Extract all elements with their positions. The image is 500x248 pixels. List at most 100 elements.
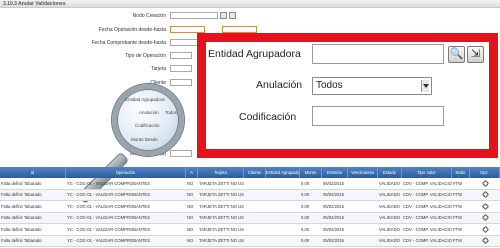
table-cell (244, 178, 266, 189)
label-fecha-operacion: Fecha Operación desde-hasta (98, 27, 166, 33)
table-cell: 0,00 (301, 215, 310, 220)
table-cell (266, 178, 300, 189)
table-cell: 0,00 (301, 226, 310, 232)
nodo-clear-button[interactable] (229, 12, 236, 19)
table-cell[interactable] (470, 213, 500, 224)
table-cell: YC - COC-01 - VALIDAR COMPROBANTES (67, 180, 150, 186)
table-cell (244, 236, 266, 247)
column-header-12[interactable]: Opc. (470, 167, 500, 178)
column-header-10[interactable]: Tipo Valor (402, 167, 452, 178)
column-header-9[interactable]: Estado (378, 167, 402, 178)
table-cell: FTW (453, 180, 463, 186)
table-cell[interactable] (470, 224, 500, 235)
zoom-label-entidad: Entidad Agrupadora (208, 48, 301, 60)
column-header-0[interactable]: Id (0, 167, 66, 178)
anulacion-select[interactable]: Todos (312, 77, 432, 95)
table-cell: CDV - COMP. VALIDACION TARJETA (403, 203, 452, 209)
column-header-6[interactable]: Monto (300, 167, 322, 178)
fecha-operacion-desde-input[interactable] (170, 26, 205, 33)
zoom-callout: Entidad Agrupadora 🔍 ⇲ Anulación Todos C… (197, 33, 498, 158)
table-row[interactable]: Falta definir Tabarado YC - COC-01 - VALI… (0, 224, 500, 236)
entidad-clear-button[interactable]: ⇲ (467, 46, 484, 63)
table-cell: TARJETA ZETTI NO USAR (199, 180, 244, 186)
table-cell: TARJETA ZETTI NO USAR (199, 203, 244, 209)
column-header-5[interactable]: Entidad Agrupadora (266, 167, 300, 178)
table-cell: YC - COC-01 - VALIDAR COMPROBANTES (67, 203, 150, 209)
table-cell: TARJETA ZETTI NO USAR (199, 215, 244, 220)
zoom-label-codificacion: Codificación (239, 111, 297, 123)
table-cell: 0,00 (301, 238, 310, 243)
table-cell: NO (187, 238, 194, 243)
table-row[interactable]: Falta definir Tabarado YC - COC-01 - VALI… (0, 212, 500, 224)
table-cell: VALIDADO (379, 238, 400, 243)
table-cell[interactable] (470, 236, 500, 247)
nodo-creacion-input[interactable] (170, 12, 218, 19)
table-cell: VALIDADO (379, 192, 400, 197)
fecha-operacion-hasta-input[interactable] (222, 26, 257, 33)
table-cell: 05/02/2015 (323, 203, 344, 209)
edit-icon[interactable] (481, 191, 489, 199)
tarjeta-input[interactable] (170, 65, 192, 72)
search-icon: 🔍 (449, 48, 464, 60)
table-cell: Falta definir Tabarado (1, 203, 42, 209)
column-header-2[interactable]: A (186, 167, 198, 178)
monto-hasta-input[interactable] (170, 150, 192, 157)
entidad-search-button[interactable]: 🔍 (448, 46, 465, 63)
table-row[interactable]: Falta definir Tabarado YC - COC-01 - VALI… (0, 235, 500, 247)
table-cell: YC - COC-01 - VALIDAR COMPROBANTES (67, 192, 150, 197)
table-cell: YC - COC-01 - VALIDAR COMPROBANTES (67, 238, 150, 243)
magnified-anulacion-value: Todos (165, 110, 178, 115)
magnified-label-anulacion: Anulación (139, 110, 159, 115)
column-header-3[interactable]: Tarjeta (198, 167, 244, 178)
table-cell: FTW (453, 192, 463, 197)
column-header-4[interactable]: Cliente (244, 167, 266, 178)
table-cell (348, 236, 378, 247)
column-header-7[interactable]: Emisión (322, 167, 348, 178)
magnified-label-monto-desde: Monto Desde (131, 137, 158, 142)
table-cell[interactable] (470, 201, 500, 212)
column-header-11[interactable]: Nodo (452, 167, 470, 178)
magnifier-lens: Entidad Agrupadora Anulación Todos Codif… (112, 84, 184, 156)
edit-icon[interactable] (481, 225, 489, 233)
table-cell (244, 224, 266, 235)
table-cell (266, 224, 300, 235)
table-cell: YC - COC-01 - VALIDAR COMPROBANTES (67, 226, 150, 232)
tipo-operacion-input[interactable] (170, 52, 192, 59)
column-header-8[interactable]: Vencimiento (348, 167, 378, 178)
table-cell: CDV - COMP. VALIDACION TARJETA (403, 192, 452, 197)
table-cell: FTW (453, 226, 463, 232)
edit-icon[interactable] (481, 214, 489, 222)
table-cell: Falta definir Tabarado (1, 226, 42, 232)
table-row[interactable]: Falta definir Tabarado YC - COC-01 - VALI… (0, 178, 500, 190)
clear-icon: ⇲ (470, 48, 481, 60)
table-cell: VALIDADO (379, 215, 400, 220)
dropdown-arrow-icon (421, 80, 429, 92)
table-cell: 05/02/2015 (323, 226, 344, 232)
table-cell: CDV - COMP. VALIDACION TARJETA (403, 226, 452, 232)
table-cell: FTW (453, 215, 463, 220)
table-cell: NO (187, 180, 194, 186)
table-cell[interactable] (470, 190, 500, 201)
table-cell: CDV - COMP. VALIDACION TARJETA (403, 180, 452, 186)
window-titlebar: 3.10.3 Anular Validaciones (0, 0, 500, 8)
entidad-agrupadora-input[interactable] (312, 44, 444, 64)
table-cell: VALIDADO (379, 180, 400, 186)
table-cell: FTW (453, 203, 463, 209)
table-row[interactable]: Falta definir Tabarado YC - COC-01 - VALI… (0, 189, 500, 201)
edit-icon[interactable] (481, 202, 489, 210)
table-cell: Falta definir Tabarado (1, 215, 42, 220)
table-row[interactable]: Falta definir Tabarado YC - COC-01 - VALI… (0, 201, 500, 213)
table-cell (244, 190, 266, 201)
column-header-1[interactable]: Operación (66, 167, 186, 178)
label-fecha-comprobante: Fecha Comprobante desde-hasta (91, 40, 167, 46)
table-cell[interactable] (470, 178, 500, 189)
edit-icon[interactable] (481, 237, 489, 245)
table-cell: CDV - COMP. VALIDACION TARJETA (403, 238, 452, 243)
cliente-input[interactable] (170, 79, 192, 86)
edit-icon[interactable] (481, 179, 489, 187)
nodo-search-button[interactable] (220, 12, 227, 19)
table-cell (348, 201, 378, 212)
label-tipo-operacion: Tipo de Operación (125, 53, 166, 59)
zoom-label-anulacion: Anulación (256, 79, 303, 91)
codificacion-input[interactable] (312, 106, 444, 126)
